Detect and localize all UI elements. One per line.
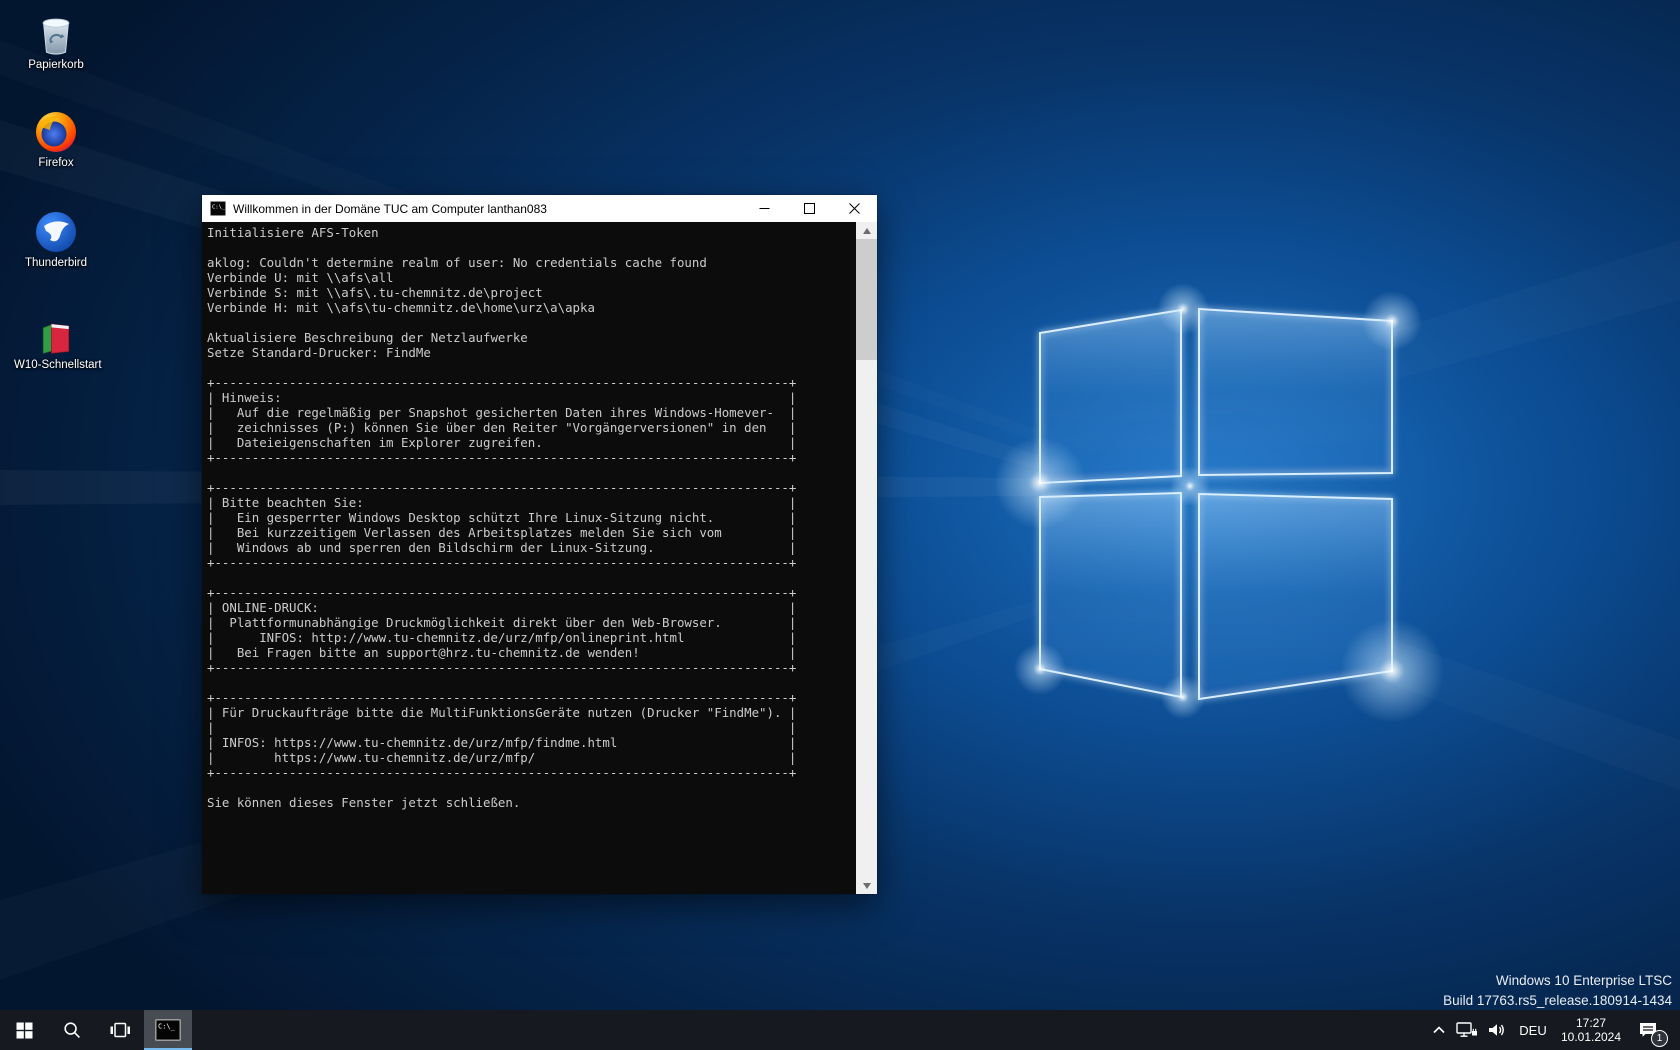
console-body: Initialisiere AFS-Token aklog: Couldn't … (202, 222, 877, 894)
windows-logo-panes (1040, 309, 1392, 699)
tray-expand-button[interactable] (1426, 1010, 1452, 1050)
cmd-taskbar-icon: C:\_ (155, 1019, 181, 1041)
scrollbar[interactable] (856, 222, 877, 894)
task-view-button[interactable] (96, 1010, 144, 1050)
desktop-icon-label: Papierkorb (14, 59, 98, 72)
console-output: Initialisiere AFS-Token aklog: Couldn't … (202, 222, 856, 894)
action-center-button[interactable]: 1 (1628, 1010, 1668, 1050)
start-button[interactable] (0, 1010, 48, 1050)
desktop-icon-label: W10-Schnellstart (14, 359, 98, 372)
tray-network-button[interactable] (1452, 1010, 1482, 1050)
firefox-icon (14, 106, 98, 154)
taskbar-app-cmd[interactable]: C:\_ (144, 1010, 192, 1050)
scrollbar-up-arrow[interactable] (856, 222, 877, 239)
maximize-button[interactable] (787, 195, 832, 222)
desktop-icon-firefox[interactable]: Firefox (14, 106, 98, 170)
desktop-icon-label: Firefox (14, 157, 98, 170)
desktop-icon-recycle-bin[interactable]: Papierkorb (14, 8, 98, 72)
windows-logo-icon (16, 1022, 33, 1039)
minimize-button[interactable] (742, 195, 787, 222)
tray-clock-button[interactable]: 17:27 10.01.2024 (1554, 1010, 1628, 1050)
ethernet-icon (1456, 1021, 1478, 1039)
scrollbar-down-arrow[interactable] (856, 877, 877, 894)
task-view-icon (109, 1021, 131, 1039)
cmd-window-icon: C:\_ (210, 201, 226, 216)
search-icon (63, 1021, 81, 1039)
system-tray: DEU 17:27 10.01.2024 1 (1426, 1010, 1680, 1050)
watermark-edition: Windows 10 Enterprise LTSC (1443, 971, 1672, 991)
desktop-icon-thunderbird[interactable]: Thunderbird (14, 206, 98, 270)
window-title: Willkommen in der Domäne TUC am Computer… (233, 202, 742, 216)
console-window: C:\_ Willkommen in der Domäne TUC am Com… (202, 195, 877, 894)
chevron-up-icon (1434, 1028, 1444, 1033)
os-watermark: Windows 10 Enterprise LTSC Build 17763.r… (1443, 971, 1672, 1011)
taskbar: C:\_ (0, 1010, 1680, 1050)
scrollbar-thumb[interactable] (856, 239, 877, 360)
clock-time: 17:27 (1576, 1016, 1606, 1030)
window-titlebar[interactable]: C:\_ Willkommen in der Domäne TUC am Com… (202, 195, 877, 222)
clock-date: 10.01.2024 (1561, 1030, 1621, 1044)
desktop-icon-list: Papierkorb Firefox (14, 8, 98, 378)
search-button[interactable] (48, 1010, 96, 1050)
svg-text:C:\_: C:\_ (212, 205, 226, 211)
tray-language-button[interactable]: DEU (1512, 1010, 1554, 1050)
watermark-build: Build 17763.rs5_release.180914-1434 (1443, 991, 1672, 1011)
svg-text:C:\_: C:\_ (158, 1023, 176, 1031)
desktop-icon-w10-schnellstart[interactable]: W10-Schnellstart (14, 308, 98, 372)
language-indicator: DEU (1519, 1023, 1546, 1038)
desktop-icon-label: Thunderbird (14, 257, 98, 270)
w10-schnellstart-icon (14, 308, 98, 356)
tray-volume-button[interactable] (1482, 1010, 1512, 1050)
speaker-icon (1487, 1021, 1507, 1039)
recycle-bin-icon (14, 8, 98, 56)
notification-badge: 1 (1651, 1030, 1668, 1047)
thunderbird-icon (14, 206, 98, 254)
close-button[interactable] (832, 195, 877, 222)
